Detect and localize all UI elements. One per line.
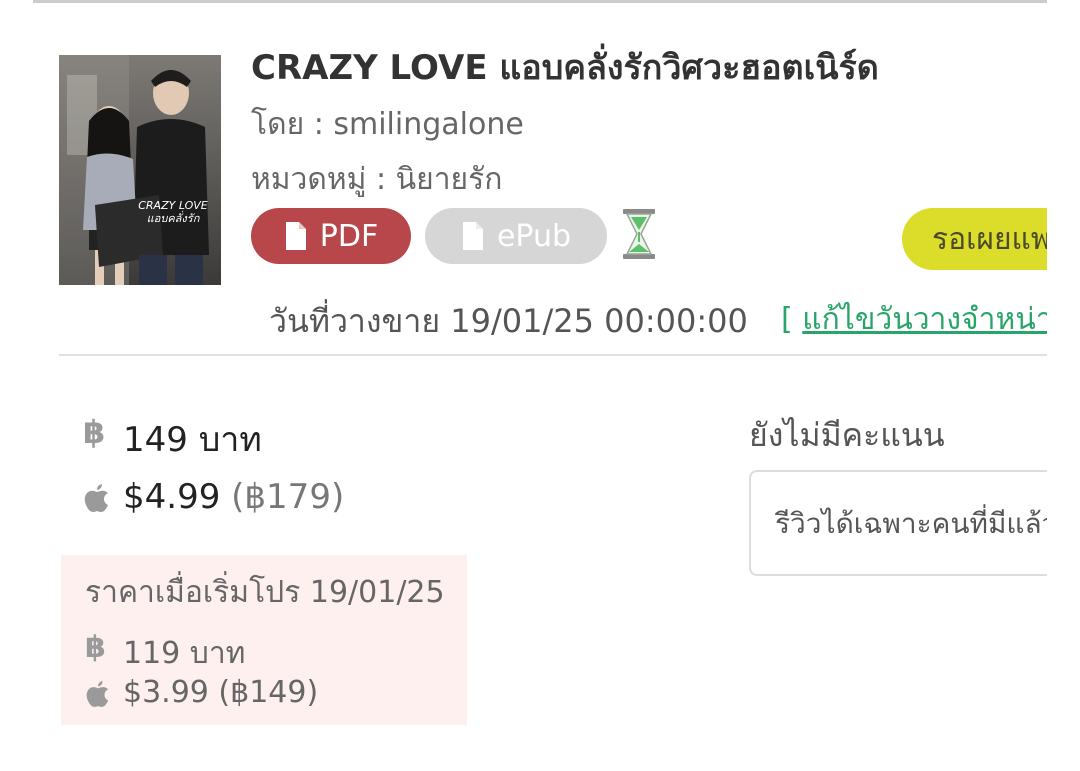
file-icon [285, 222, 306, 250]
review-box[interactable] [749, 470, 1047, 576]
book-cover[interactable]: CRAZY LOVE แอบคลั่งรัก [59, 55, 221, 285]
usd-price-group: $4.99 (฿179) [123, 477, 344, 517]
category-line[interactable]: หมวดหมู่ : นิยายรัก [251, 156, 502, 203]
baht-icon: ฿ [83, 413, 106, 451]
promo-title: ราคาเมื่อเริ่มโปร 19/01/25 [85, 575, 445, 610]
apple-icon [86, 680, 109, 707]
page: CRAZY LOVE แอบคลั่งรัก CRAZY LOVE แอบคลั… [0, 0, 1080, 771]
thb-price: 149 บาท [123, 420, 262, 460]
promo-usd-price: $3.99 (฿149) [123, 675, 319, 710]
epub-format-button[interactable]: ePub [425, 208, 607, 264]
baht-icon: ฿ [85, 630, 106, 665]
hourglass-icon [623, 209, 655, 259]
release-date: วันที่วางขาย 19/01/25 00:00:00 [269, 302, 748, 340]
section-divider [59, 354, 1047, 356]
epub-label: ePub [496, 218, 572, 254]
pdf-format-button[interactable]: PDF [251, 208, 411, 264]
promo-price-box: ราคาเมื่อเริ่มโปร 19/01/25 ฿ 119 บาท $3.… [61, 555, 467, 725]
apple-icon [84, 484, 108, 512]
usd-price: $4.99 [123, 477, 221, 517]
edit-release-date-link[interactable]: [ แก้ไขวันวางจำหน่าย [781, 296, 1047, 343]
file-icon [462, 222, 483, 250]
promo-thb-price: 119 บาท [123, 636, 246, 671]
review-input[interactable] [751, 472, 1047, 574]
rating-label: ยังไม่มีคะแนน [749, 416, 945, 454]
usd-price-thb: (฿179) [231, 477, 345, 517]
cover-title-text: CRAZY LOVE แอบคลั่งรัก [138, 199, 208, 225]
edit-link-text[interactable]: แก้ไขวันวางจำหน่าย [802, 302, 1047, 337]
top-divider [33, 0, 1047, 3]
book-title[interactable]: CRAZY LOVE แอบคลั่งรักวิศวะฮอตเนิร์ด [251, 40, 1047, 94]
book-card: CRAZY LOVE แอบคลั่งรัก CRAZY LOVE แอบคลั… [33, 0, 1047, 771]
status-badge: รอเผยแพร่ [902, 208, 1047, 270]
edit-link-bracket: [ [781, 302, 793, 337]
pdf-label: PDF [319, 218, 379, 254]
author-line[interactable]: โดย : smilingalone [251, 101, 524, 148]
